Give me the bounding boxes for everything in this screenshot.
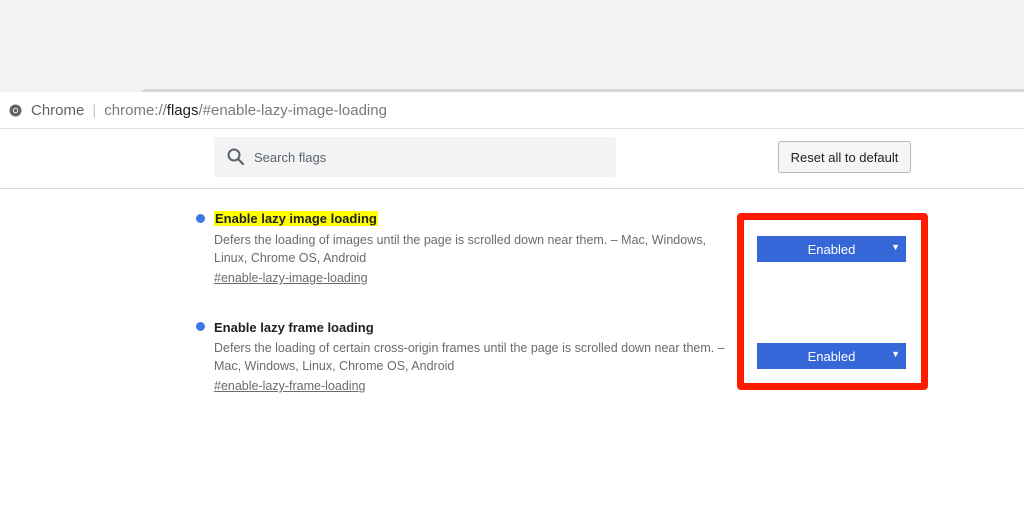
experiment-title: Enable lazy image loading [214,211,378,226]
experiment-title: Enable lazy frame loading [214,320,374,335]
annotation-highlight-box [737,213,928,390]
url-path: /#enable-lazy-image-loading [198,101,387,119]
search-box[interactable] [214,137,616,177]
omnibox-separator: | [92,101,97,119]
experiment-status-dot [196,214,205,223]
experiment-permalink[interactable]: #enable-lazy-frame-loading [214,379,365,393]
url-host: flags [166,101,199,119]
experiment-status-dot [196,322,205,331]
reset-all-button[interactable]: Reset all to default [778,141,911,173]
experiment-description: Defers the loading of certain cross-orig… [214,341,725,373]
browser-tab-strip [0,0,1024,92]
site-label: Chrome [31,101,85,119]
search-icon [226,147,246,167]
search-input[interactable] [252,148,596,166]
url-text[interactable]: chrome://flags/#enable-lazy-image-loadin… [104,102,387,119]
flags-header: Reset all to default [0,129,1024,189]
omnibox[interactable]: Chrome | chrome://flags/#enable-lazy-ima… [0,92,1024,129]
experiment-permalink[interactable]: #enable-lazy-image-loading [214,271,368,285]
url-scheme: chrome:// [104,101,167,119]
chrome-icon [9,104,22,117]
experiment-description: Defers the loading of images until the p… [214,233,706,265]
